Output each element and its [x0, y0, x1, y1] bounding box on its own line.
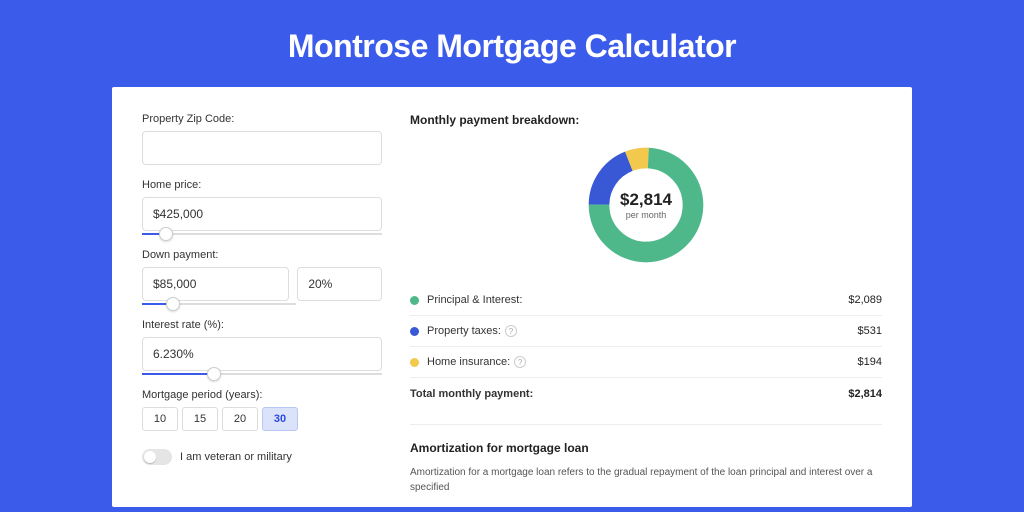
down-payment-slider[interactable]	[142, 303, 296, 305]
legend-label: Principal & Interest:	[427, 294, 522, 306]
breakdown-column: Monthly payment breakdown: $2,814 per mo…	[410, 113, 882, 481]
down-payment-amount-input[interactable]	[142, 267, 289, 301]
interest-rate-label: Interest rate (%):	[142, 319, 382, 331]
slider-thumb[interactable]	[207, 367, 221, 381]
slider-thumb[interactable]	[159, 227, 173, 241]
legend-row: Principal & Interest: $2,089	[410, 285, 882, 316]
legend-label: Property taxes:	[427, 325, 501, 337]
period-button-15[interactable]: 15	[182, 407, 218, 431]
page-title: Montrose Mortgage Calculator	[0, 0, 1024, 87]
help-icon[interactable]: ?	[505, 325, 517, 337]
amortization-text: Amortization for a mortgage loan refers …	[410, 465, 882, 495]
legend-dot	[410, 296, 419, 305]
interest-rate-input[interactable]	[142, 337, 382, 371]
donut-chart-wrap: $2,814 per month	[410, 137, 882, 285]
slider-thumb[interactable]	[166, 297, 180, 311]
total-row: Total monthly payment: $2,814	[410, 377, 882, 410]
amortization-section: Amortization for mortgage loan Amortizat…	[410, 424, 882, 495]
period-button-10[interactable]: 10	[142, 407, 178, 431]
interest-rate-field: Interest rate (%):	[142, 319, 382, 375]
inputs-column: Property Zip Code: Home price: Down paym…	[142, 113, 382, 481]
veteran-toggle[interactable]	[142, 449, 172, 465]
legend-row: Home insurance:? $194	[410, 347, 882, 377]
zip-field: Property Zip Code:	[142, 113, 382, 165]
calculator-card: Property Zip Code: Home price: Down paym…	[112, 87, 912, 507]
total-label: Total monthly payment:	[410, 388, 533, 400]
veteran-toggle-row: I am veteran or military	[142, 449, 382, 465]
toggle-knob	[144, 451, 156, 463]
donut-chart: $2,814 per month	[584, 143, 708, 267]
zip-label: Property Zip Code:	[142, 113, 382, 125]
help-icon[interactable]: ?	[514, 356, 526, 368]
down-payment-percent-input[interactable]	[297, 267, 382, 301]
zip-input[interactable]	[142, 131, 382, 165]
home-price-label: Home price:	[142, 179, 382, 191]
total-value: $2,814	[848, 388, 882, 400]
amortization-title: Amortization for mortgage loan	[410, 441, 882, 455]
mortgage-period-field: Mortgage period (years): 10152030	[142, 389, 382, 431]
home-price-field: Home price:	[142, 179, 382, 235]
legend-value: $194	[858, 356, 882, 368]
down-payment-field: Down payment:	[142, 249, 382, 305]
breakdown-legend: Principal & Interest: $2,089 Property taxe…	[410, 285, 882, 377]
legend-value: $2,089	[848, 294, 882, 306]
home-price-input[interactable]	[142, 197, 382, 231]
home-price-slider[interactable]	[142, 233, 382, 235]
donut-center: $2,814 per month	[620, 190, 672, 220]
breakdown-title: Monthly payment breakdown:	[410, 113, 882, 127]
legend-label: Home insurance:	[427, 356, 510, 368]
legend-row: Property taxes:? $531	[410, 316, 882, 347]
legend-value: $531	[858, 325, 882, 337]
legend-dot	[410, 327, 419, 336]
donut-sub: per month	[620, 210, 672, 220]
veteran-toggle-label: I am veteran or military	[180, 451, 292, 463]
mortgage-period-label: Mortgage period (years):	[142, 389, 382, 401]
period-button-30[interactable]: 30	[262, 407, 298, 431]
interest-rate-slider[interactable]	[142, 373, 382, 375]
donut-amount: $2,814	[620, 190, 672, 210]
down-payment-label: Down payment:	[142, 249, 382, 261]
legend-dot	[410, 358, 419, 367]
period-button-20[interactable]: 20	[222, 407, 258, 431]
